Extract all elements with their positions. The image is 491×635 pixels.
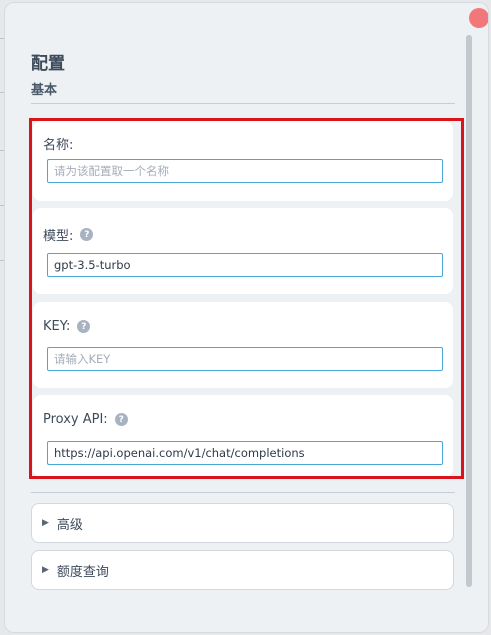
quota-section-toggle[interactable]: ▶ 额度查询 [31, 550, 454, 590]
triangle-right-icon: ▶ [42, 565, 49, 575]
advanced-section-label: 高级 [56, 517, 83, 533]
section-title-basic: 基本 [31, 83, 58, 98]
highlight-box [29, 118, 464, 479]
advanced-section-toggle[interactable]: ▶ 高级 [31, 503, 454, 543]
settings-panel: 配置 基本 名称: 模型: ? KEY: ? Proxy API: ? ▶ [4, 2, 489, 633]
page-title: 配置 [31, 54, 65, 74]
scrollbar-thumb[interactable] [466, 35, 472, 587]
close-icon[interactable] [469, 8, 488, 28]
triangle-right-icon: ▶ [42, 518, 49, 528]
divider [31, 103, 455, 104]
scrollbar-track[interactable] [466, 35, 472, 587]
divider [31, 492, 455, 493]
quota-section-label: 额度查询 [56, 564, 109, 580]
